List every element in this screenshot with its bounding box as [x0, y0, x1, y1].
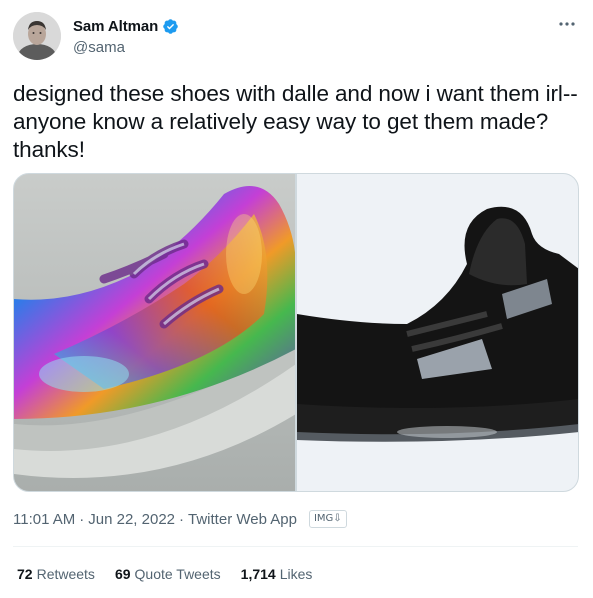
retweets-label: Retweets — [36, 566, 95, 582]
likes-stat[interactable]: 1,714 Likes — [241, 566, 313, 582]
tweet-media — [13, 173, 579, 492]
media-image-1[interactable] — [14, 174, 295, 491]
tweet-header: Sam Altman @sama — [13, 12, 583, 62]
tweet-date[interactable]: Jun 22, 2022 — [88, 511, 175, 528]
avatar[interactable] — [13, 12, 61, 60]
img-download-badge[interactable]: IMG⇩ — [308, 510, 347, 528]
likes-label: Likes — [279, 566, 313, 582]
meta-separator: · — [179, 510, 185, 528]
verified-badge-icon — [163, 19, 178, 34]
tweet-meta: 11:01 AM · Jun 22, 2022 · Twitter Web Ap… — [13, 510, 347, 528]
quote-tweets-label: Quote Tweets — [134, 566, 221, 582]
tweet-text: designed these shoes with dalle and now … — [13, 81, 578, 162]
black-sneaker-image-icon — [297, 174, 578, 491]
tweet: Sam Altman @sama designed these shoes wi… — [0, 0, 593, 598]
more-options-button[interactable] — [555, 12, 579, 36]
quote-tweets-stat[interactable]: 69 Quote Tweets — [115, 566, 221, 582]
media-image-2[interactable] — [297, 174, 578, 491]
tweet-time[interactable]: 11:01 AM — [13, 511, 75, 528]
quote-tweets-count: 69 — [114, 566, 131, 582]
profile-photo-icon — [13, 12, 61, 60]
display-name[interactable]: Sam Altman — [73, 18, 158, 35]
tweet-source[interactable]: Twitter Web App — [188, 511, 297, 528]
retweets-count: 72 — [17, 566, 33, 582]
user-handle[interactable]: @sama — [73, 39, 125, 56]
tweet-stats: 72 Retweets 69 Quote Tweets 1,714 Likes — [17, 566, 332, 582]
iridescent-sneaker-image-icon — [14, 174, 295, 491]
name-row: Sam Altman — [73, 18, 179, 35]
meta-separator: · — [79, 510, 85, 528]
retweets-stat[interactable]: 72 Retweets — [17, 566, 95, 582]
likes-count: 1,714 — [240, 566, 276, 582]
more-dots-icon — [559, 22, 575, 26]
divider — [13, 546, 578, 547]
